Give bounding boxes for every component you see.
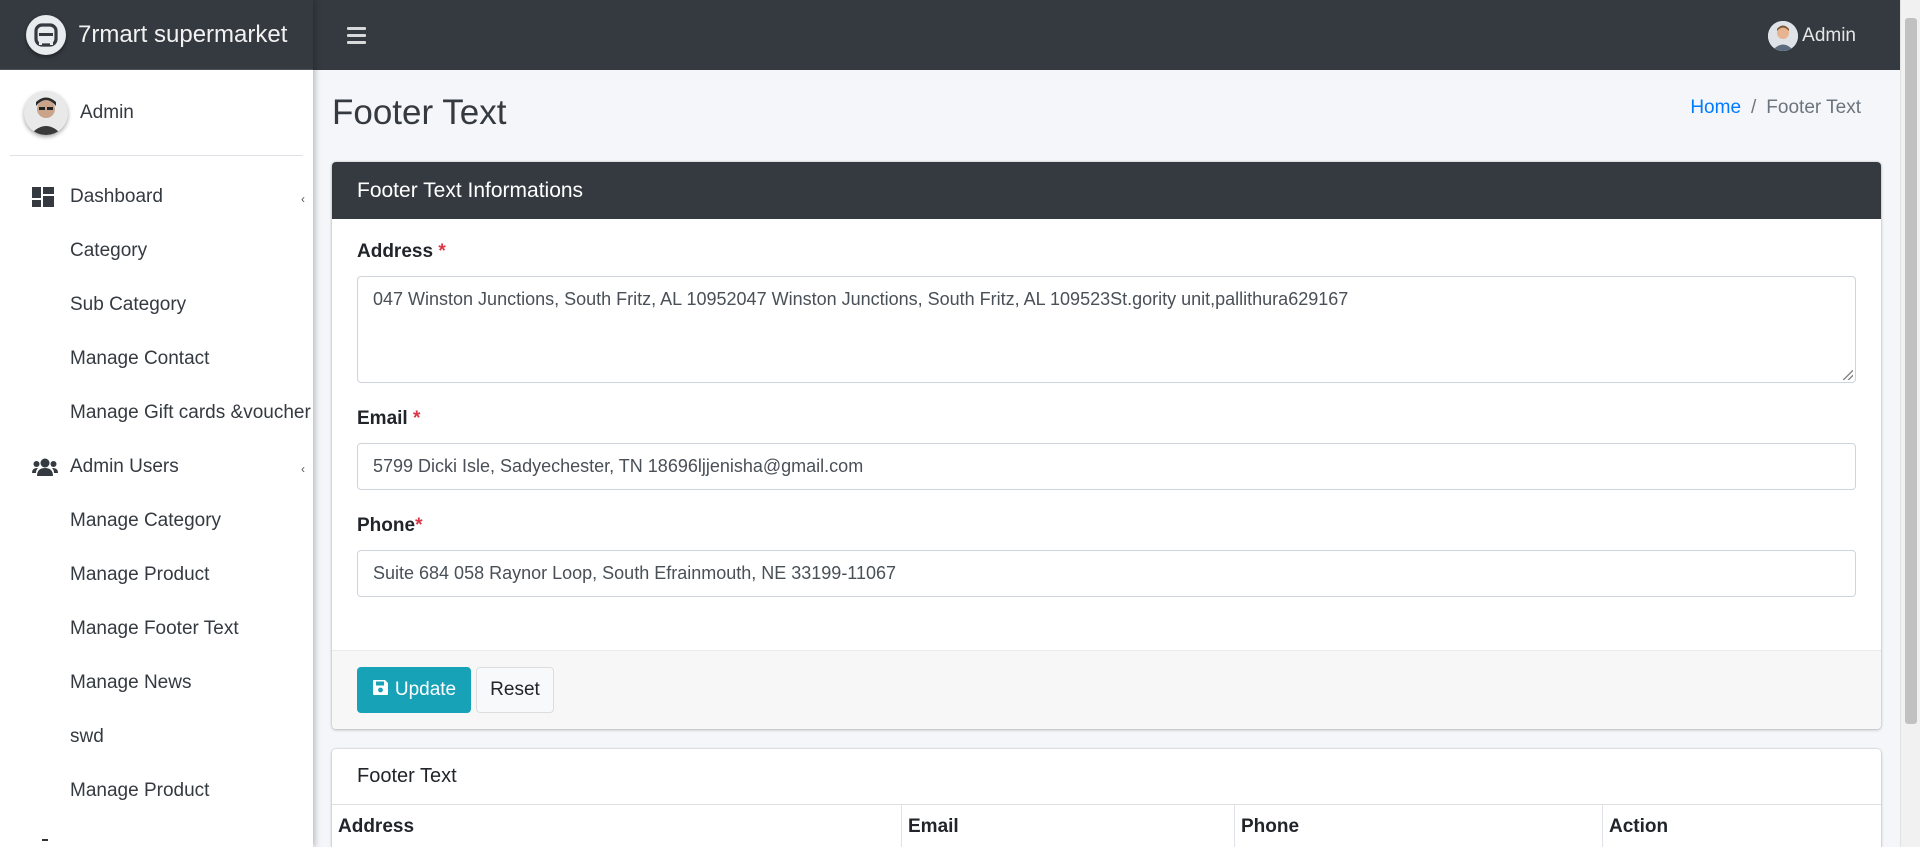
sidebar-item-manage-contact[interactable]: Manage Contact bbox=[0, 332, 313, 386]
sidebar-item-label: Manage Footer Text bbox=[70, 618, 239, 639]
column-header-address: Address bbox=[332, 805, 902, 847]
required-marker: * bbox=[412, 408, 421, 429]
footer-text-form-card: Footer Text Informations Address * 047 W… bbox=[332, 162, 1881, 729]
sidebar-item-label: Sub Category bbox=[70, 294, 187, 315]
header-avatar bbox=[1768, 21, 1799, 51]
sidebar-item-label: Manage Category bbox=[70, 510, 222, 531]
sidebar-item-admin-users[interactable]: Admin Users ‹ bbox=[0, 440, 313, 494]
column-header-email: Email bbox=[902, 805, 1235, 847]
header-user-name: Admin bbox=[1802, 25, 1856, 46]
scrollbar-thumb[interactable] bbox=[1905, 18, 1917, 724]
column-header-action: Action bbox=[1609, 816, 1669, 837]
breadcrumb-current: Footer Text bbox=[1766, 97, 1861, 118]
sidebar: 7rmart supermarket Admin Dashboard ‹ Cat… bbox=[0, 0, 313, 847]
brand-logo-icon bbox=[26, 14, 66, 55]
address-value: 047 Winston Junctions, South Fritz, AL 1… bbox=[373, 289, 1349, 309]
sidebar-item-label: Admin Users bbox=[70, 456, 179, 477]
reset-button-label: Reset bbox=[490, 679, 540, 700]
menu-toggle-icon[interactable] bbox=[343, 23, 370, 48]
sidebar-item-label: Manage Contact bbox=[70, 348, 210, 369]
page-scrollbar[interactable] bbox=[1900, 0, 1920, 847]
save-icon bbox=[372, 679, 389, 702]
top-navbar: Admin bbox=[313, 0, 1900, 70]
phone-value: Suite 684 058 Raynor Loop, South Efrainm… bbox=[373, 563, 897, 583]
page-title: Footer Text bbox=[332, 93, 507, 132]
sidebar-item-manage-category[interactable]: Manage Category bbox=[0, 494, 313, 548]
brand-link[interactable]: 7rmart supermarket bbox=[0, 0, 313, 70]
required-marker: * bbox=[438, 241, 446, 262]
chevron-left-icon: ‹ bbox=[301, 462, 305, 476]
email-label: Email * bbox=[357, 408, 421, 429]
table-card-title: Footer Text bbox=[332, 749, 1881, 805]
users-icon bbox=[32, 457, 58, 477]
sidebar-item-swd[interactable]: swd bbox=[0, 710, 313, 764]
sidebar-item-category[interactable]: Category bbox=[0, 224, 313, 278]
email-value: 5799 Dicki Isle, Sadyechester, TN 18696l… bbox=[373, 456, 864, 476]
column-header-phone: Phone bbox=[1235, 805, 1603, 847]
brand-name: 7rmart supermarket bbox=[78, 20, 288, 48]
dashboard-icon bbox=[32, 187, 58, 207]
address-label: Address * bbox=[357, 241, 446, 262]
phone-field[interactable]: Suite 684 058 Raynor Loop, South Efrainm… bbox=[357, 550, 1856, 597]
sidebar-item-label: Manage Gift cards &voucher bbox=[70, 402, 311, 423]
header-user-menu[interactable]: Admin bbox=[1768, 21, 1856, 51]
sidebar-item-manage-footer-text[interactable]: Manage Footer Text bbox=[0, 602, 313, 656]
sidebar-item-manage-product-2[interactable]: Manage Product bbox=[0, 764, 313, 818]
breadcrumb: Home / Footer Text bbox=[1690, 97, 1861, 119]
email-field[interactable]: 5799 Dicki Isle, Sadyechester, TN 18696l… bbox=[357, 443, 1856, 490]
sidebar-item-label: swd bbox=[70, 726, 104, 747]
main-content: Footer Text Home / Footer Text Footer Te… bbox=[313, 70, 1900, 847]
sidebar-overflow-marker bbox=[42, 839, 48, 841]
footer-text-table-card: Footer Text Address Email Phone Action bbox=[332, 749, 1881, 847]
sidebar-user-panel[interactable]: Admin bbox=[10, 70, 303, 156]
reset-button[interactable]: Reset bbox=[476, 667, 554, 713]
sidebar-item-manage-news[interactable]: Manage News bbox=[0, 656, 313, 710]
address-textarea[interactable]: 047 Winston Junctions, South Fritz, AL 1… bbox=[357, 276, 1856, 383]
sidebar-item-label: Category bbox=[70, 240, 148, 261]
sidebar-item-label: Dashboard bbox=[70, 186, 163, 207]
sidebar-item-label: Manage Product bbox=[70, 780, 210, 801]
sidebar-item-manage-product[interactable]: Manage Product bbox=[0, 548, 313, 602]
table-header-row: Address Email Phone Action bbox=[332, 805, 1881, 847]
sidebar-item-manage-gift-cards[interactable]: Manage Gift cards &voucher bbox=[0, 386, 313, 440]
sidebar-item-sub-category[interactable]: Sub Category bbox=[0, 278, 313, 332]
chevron-left-icon: ‹ bbox=[301, 192, 305, 206]
breadcrumb-home-link[interactable]: Home bbox=[1690, 97, 1741, 119]
resize-handle-icon[interactable] bbox=[1843, 370, 1853, 380]
sidebar-nav: Dashboard ‹ Category Sub Category Manage… bbox=[0, 156, 313, 818]
form-card-title: Footer Text Informations bbox=[332, 162, 1881, 219]
update-button-label: Update bbox=[394, 679, 457, 700]
sidebar-user-name: Admin bbox=[80, 101, 134, 123]
phone-label: Phone* bbox=[357, 515, 423, 536]
form-card-body: Address * 047 Winston Junctions, South F… bbox=[332, 219, 1881, 650]
update-button[interactable]: Update bbox=[357, 667, 471, 713]
form-card-footer: Update Reset bbox=[332, 650, 1881, 729]
breadcrumb-separator: / bbox=[1751, 97, 1757, 118]
sidebar-item-dashboard[interactable]: Dashboard ‹ bbox=[0, 170, 313, 224]
sidebar-avatar bbox=[24, 90, 68, 135]
sidebar-item-label: Manage Product bbox=[70, 564, 210, 585]
required-marker: * bbox=[415, 515, 423, 536]
sidebar-item-label: Manage News bbox=[70, 672, 192, 693]
